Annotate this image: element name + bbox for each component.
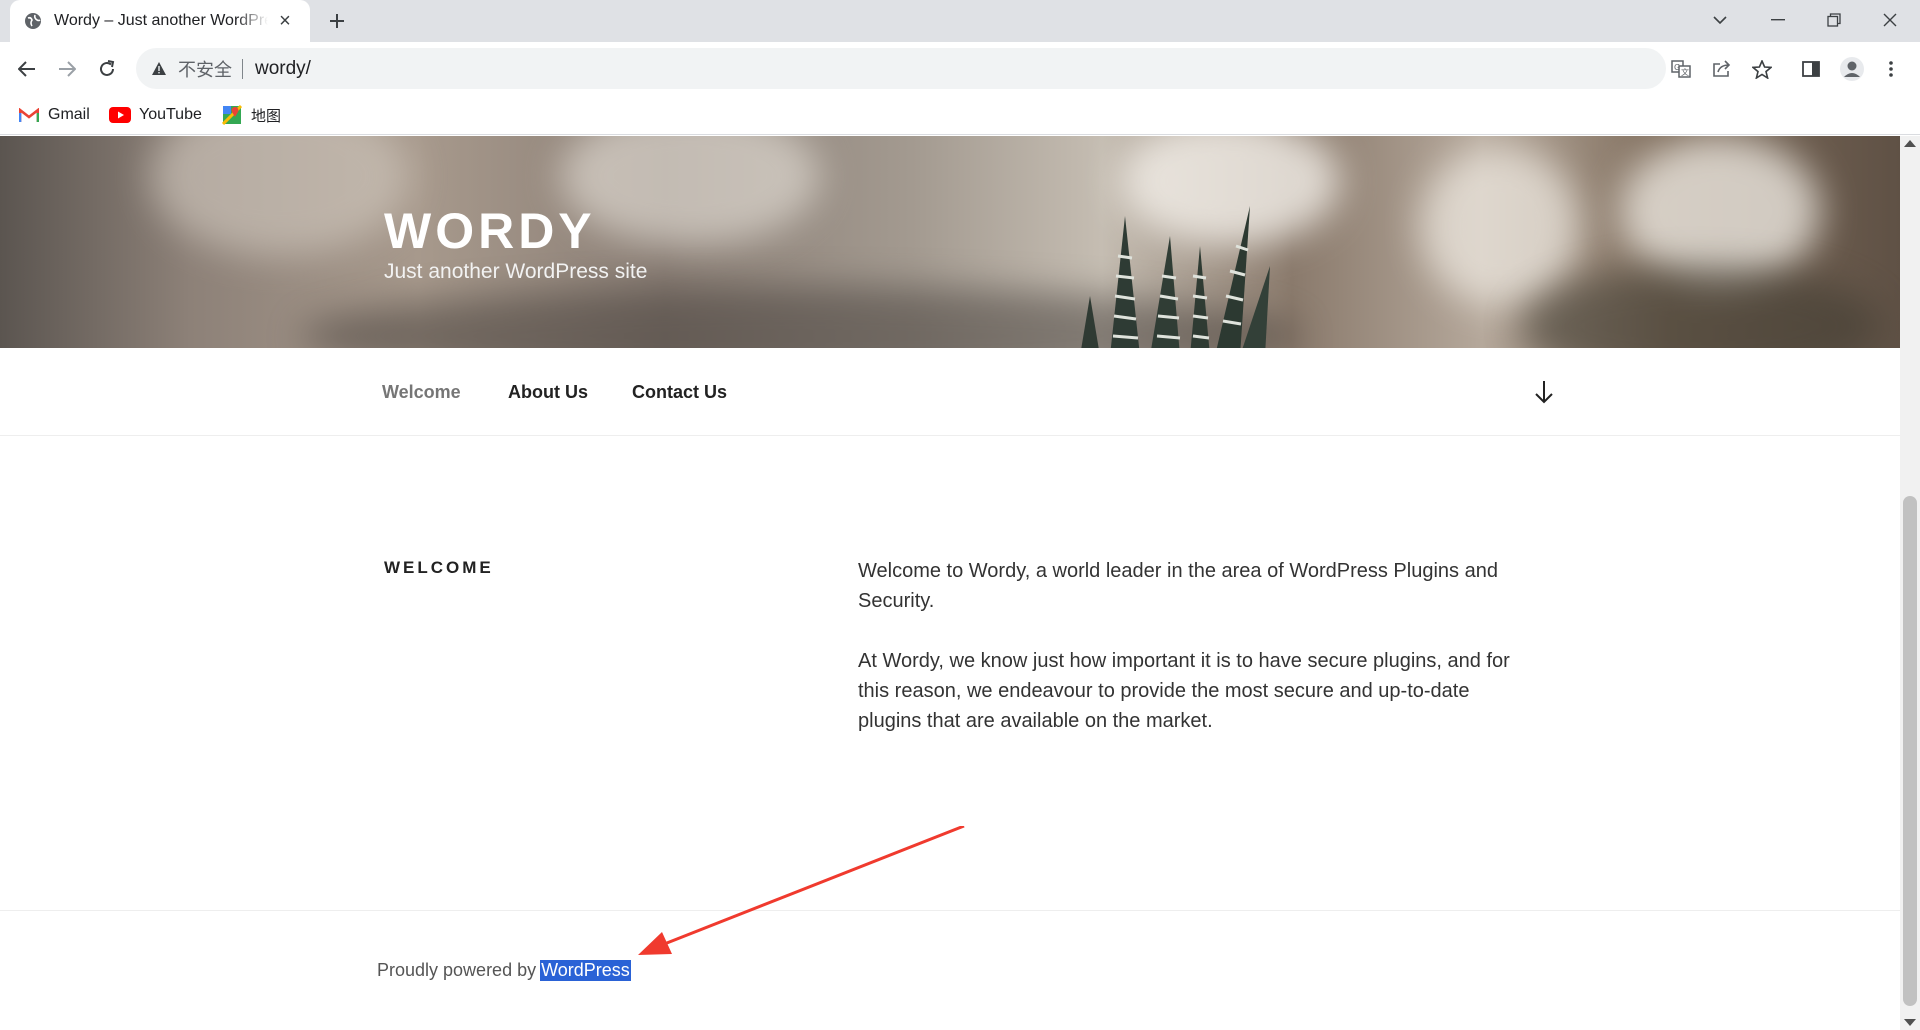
svg-text:G: G xyxy=(1674,63,1680,72)
minimize-icon[interactable] xyxy=(1750,0,1806,40)
bookmark-maps[interactable]: 地图 xyxy=(221,101,281,129)
bokeh-highlight xyxy=(560,136,820,246)
side-panel-icon[interactable] xyxy=(1794,52,1828,86)
footer-divider xyxy=(0,910,1900,911)
restore-icon[interactable] xyxy=(1806,0,1862,40)
address-url[interactable]: wordy/ xyxy=(255,58,311,80)
site-description: Just another WordPress site xyxy=(384,260,648,283)
reload-icon[interactable] xyxy=(90,52,124,86)
svg-text:文: 文 xyxy=(1681,67,1689,77)
bookmark-star-icon[interactable] xyxy=(1745,52,1779,86)
globe-icon xyxy=(24,12,42,30)
scroll-down-icon[interactable] xyxy=(1904,1019,1916,1026)
site-info: Proudly powered by WordPress xyxy=(377,960,631,981)
annotation-arrow-icon xyxy=(638,826,965,955)
maps-icon xyxy=(221,105,243,125)
close-window-icon[interactable] xyxy=(1862,0,1918,40)
bookmark-youtube[interactable]: YouTube xyxy=(109,101,202,129)
address-bar[interactable]: 不安全 wordy/ xyxy=(136,48,1666,89)
bokeh-highlight xyxy=(1420,146,1580,306)
scroll-up-icon[interactable] xyxy=(1904,140,1916,147)
browser-toolbar: 不安全 wordy/ G文 xyxy=(0,42,1920,95)
page-scrollbar[interactable] xyxy=(1900,136,1920,1030)
scrollbar-thumb[interactable] xyxy=(1903,496,1917,1006)
page-viewport: WORDY Just another WordPress site Welcom… xyxy=(0,136,1900,1030)
paragraph: At Wordy, we know just how important it … xyxy=(858,650,1510,732)
bokeh-highlight xyxy=(1620,136,1820,286)
bookmark-label: YouTube xyxy=(139,106,202,123)
tab-close-icon[interactable]: × xyxy=(274,10,296,32)
tab-search-chevron-icon[interactable] xyxy=(1692,0,1748,40)
nav-item-contact-us[interactable]: Contact Us xyxy=(632,382,727,403)
bookmark-label: Gmail xyxy=(48,106,90,123)
back-icon[interactable] xyxy=(10,52,44,86)
arrow-down-icon[interactable] xyxy=(1532,378,1556,406)
bookmarks-bar: Gmail YouTube 地图 xyxy=(0,95,1920,135)
header-image: WORDY Just another WordPress site xyxy=(0,136,1900,348)
gmail-icon xyxy=(18,106,40,124)
main-navigation: Welcome About Us Contact Us xyxy=(0,348,1900,436)
bookmark-gmail[interactable]: Gmail xyxy=(18,101,90,129)
nav-item-about-us[interactable]: About Us xyxy=(508,382,588,403)
wordpress-link[interactable]: WordPress xyxy=(540,960,631,981)
bokeh-highlight xyxy=(150,136,410,256)
bookmark-label: 地图 xyxy=(251,106,282,125)
tab-strip: Wordy – Just another WordPress site × xyxy=(0,0,1920,42)
tab-title: Wordy – Just another WordPress site xyxy=(54,12,268,29)
nav-item-welcome[interactable]: Welcome xyxy=(382,382,461,403)
credit-text: Proudly powered by xyxy=(377,960,537,980)
page-title: WELCOME xyxy=(384,558,494,577)
address-separator xyxy=(242,58,243,79)
browser-tab[interactable]: Wordy – Just another WordPress site × xyxy=(10,0,310,42)
entry-content: Welcome to Wordy, a world leader in the … xyxy=(858,556,1518,766)
forward-icon[interactable] xyxy=(50,52,84,86)
succulent-plant-icon xyxy=(1081,206,1270,348)
paragraph: Welcome to Wordy, a world leader in the … xyxy=(858,560,1498,612)
youtube-icon xyxy=(109,106,131,124)
menu-kebab-icon[interactable] xyxy=(1874,52,1908,86)
insecure-label[interactable]: 不安全 xyxy=(178,56,232,82)
warning-icon[interactable] xyxy=(150,60,168,78)
site-title[interactable]: WORDY xyxy=(384,202,596,260)
share-icon[interactable] xyxy=(1705,52,1739,86)
profile-avatar-icon[interactable] xyxy=(1835,52,1869,86)
bokeh-shadow xyxy=(1520,266,1880,348)
translate-icon[interactable]: G文 xyxy=(1664,52,1698,86)
new-tab-icon[interactable] xyxy=(322,6,352,36)
